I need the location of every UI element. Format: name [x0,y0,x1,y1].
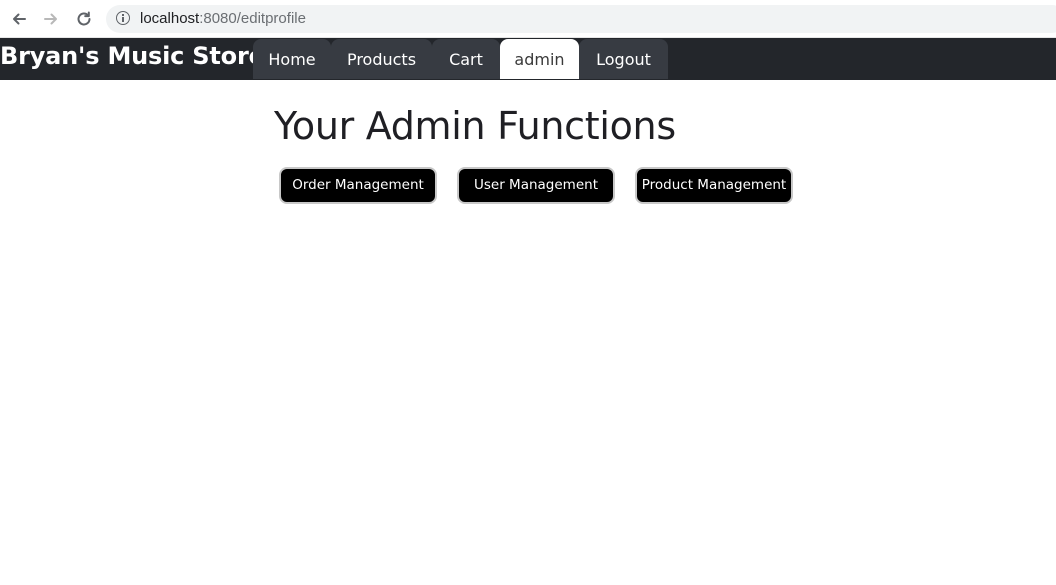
user-management-button[interactable]: User Management [457,167,615,204]
address-bar[interactable]: localhost:8080/editprofile [106,5,1056,33]
back-arrow-icon[interactable] [8,8,30,30]
nav-item-products[interactable]: Products [331,39,432,79]
brand-title[interactable]: Bryan's Music Store [0,38,265,76]
url-path: :8080/editprofile [199,10,306,27]
site-navbar: Bryan's Music Store Home Products Cart a… [0,38,1056,80]
browser-toolbar: localhost:8080/editprofile [0,0,1056,38]
reload-icon[interactable] [73,8,95,30]
forward-arrow-icon[interactable] [40,8,62,30]
url-text[interactable]: localhost:8080/editprofile [140,10,306,27]
nav-item-admin[interactable]: admin [500,39,579,79]
product-management-button[interactable]: Product Management [635,167,793,204]
info-icon[interactable] [116,11,130,25]
nav-item-cart[interactable]: Cart [432,39,500,79]
page-title: Your Admin Functions [274,104,676,148]
nav-item-logout[interactable]: Logout [579,39,668,79]
url-host: localhost [140,10,200,27]
order-management-button[interactable]: Order Management [279,167,437,204]
nav-item-home[interactable]: Home [253,39,331,79]
